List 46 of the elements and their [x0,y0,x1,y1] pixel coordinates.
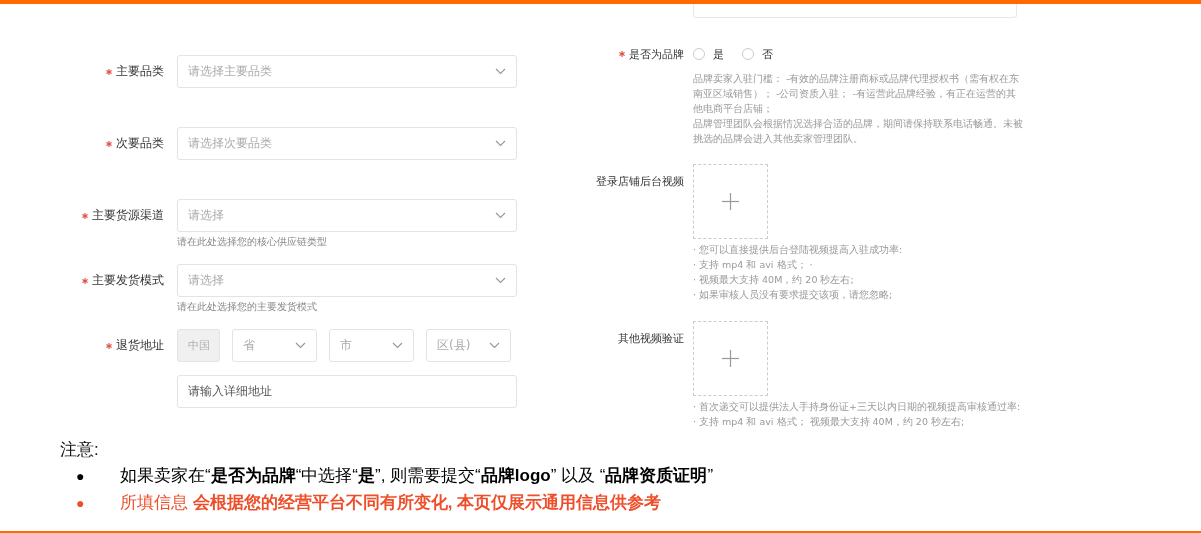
note-text: 如果卖家在“是否为品牌“中选择“是”, 则需要提交“品牌logo” 以及 “品牌资质证明” [120,465,714,487]
upload-hint: · 首次递交可以提供法人手持身份证+三天以内日期的视频提高审核通过率: [693,400,1021,414]
radio-circle[interactable] [742,48,754,60]
select-field[interactable]: 省 [232,329,317,362]
field-label: 主要品类 [116,63,164,80]
field-hint: 请在此处选择您的主要发货模式 [177,301,318,313]
chevron-down-icon [489,342,500,349]
upload-hint: · 支持 mp4 和 avi 格式； · [693,258,814,272]
radio-option[interactable]: 是 [693,46,724,62]
plus-icon [722,350,739,367]
select-field[interactable]: 市 [329,329,414,362]
chevron-down-icon [495,277,506,284]
bullet: ● [75,467,86,484]
select-field[interactable]: 请选择主要品类 [177,55,517,88]
chevron-down-icon [295,342,306,349]
field-label: 退货地址 [116,337,164,354]
upload-hint: · 如果审核人员没有要求提交该项，请您忽略; [693,288,894,302]
chevron-down-icon [495,68,506,75]
chevron-down-icon [392,342,403,349]
note-text: 所填信息 会根据您的经营平台不同有所变化, 本页仅展示通用信息供参考 [120,492,662,514]
select-field[interactable]: 请选择 [177,264,517,297]
chevron-down-icon [495,140,506,147]
plus-icon [722,193,739,210]
field-label: 主要发货模式 [92,272,164,289]
select-field[interactable]: 请选择 [177,199,517,232]
upload-box[interactable] [693,164,768,239]
upload-hint: · 视频最大支持 40M，约 20 秒左右; [693,273,855,287]
field-label: 次要品类 [116,135,164,152]
radio-option[interactable]: 否 [742,46,773,62]
upload-box[interactable] [693,321,768,396]
chevron-down-icon [495,212,506,219]
field-label: 是否为品牌 [629,46,684,62]
select-field[interactable]: 区(县) [426,329,511,362]
field-label: 登录店铺后台视频 [596,174,684,189]
field-hint: 请在此处选择您的核心供应链类型 [177,236,328,248]
bullet: ● [75,494,86,511]
upload-hint: · 您可以直接提供后台登陆视频提高入驻成功率: [693,243,903,257]
field-label: 主要货源渠道 [92,207,164,224]
address-input[interactable]: 请输入详细地址 [177,375,517,408]
field-label: 其他视频验证 [618,331,684,346]
upload-hint: · 支持 mp4 和 avi 格式； 视频最大支持 40M，约 20 秒左右; [693,415,966,429]
brand-description: 品牌管理团队会根据情况选择合适的品牌，期间请保持联系电话畅通。未被挑选的品牌会进入其他卖家管理团队。 [693,117,1023,146]
note-title: 注意: [60,439,100,461]
select-field[interactable]: 请选择次要品类 [177,127,517,160]
radio-circle[interactable] [693,48,705,60]
brand-description: 品牌卖家入驻门槛： -有效的品牌注册商标或品牌代理授权书（需有权在东南亚区域销售）； -公司资质入驻； -有运营此品牌经验，有正在运营的其他电商平台店铺； [693,72,1021,116]
